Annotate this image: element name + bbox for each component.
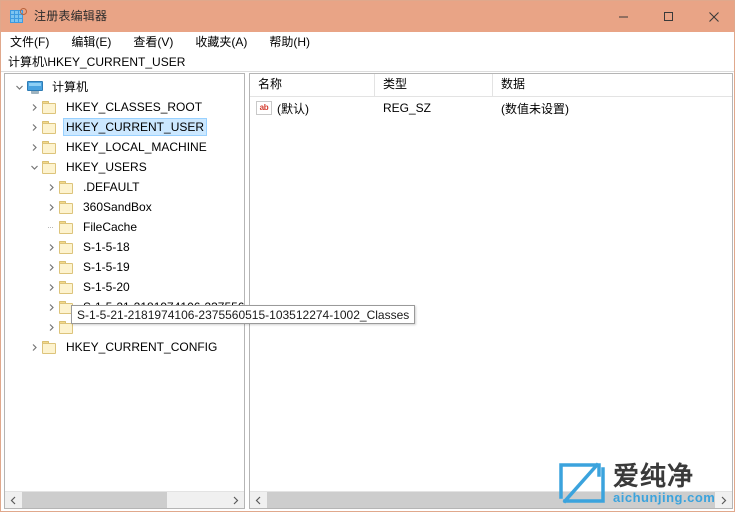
registry-editor-icon	[10, 7, 27, 25]
value-name: (默认)	[277, 101, 309, 116]
tree-scroll-thumb[interactable]	[22, 492, 167, 508]
tree-item-label: S-1-5-19	[83, 260, 130, 274]
registry-tree-pane: 计算机 HKEY_CLASSES_ROOT HKEY_CURRENT_USER …	[4, 73, 245, 509]
tree-item-label	[80, 326, 86, 328]
chevron-right-icon[interactable]	[43, 197, 59, 217]
folder-icon	[59, 280, 74, 294]
tree-horizontal-scrollbar[interactable]	[5, 491, 244, 508]
tree-scroll-track[interactable]	[22, 492, 227, 508]
tree-item-hkey-current-config[interactable]: HKEY_CURRENT_CONFIG	[5, 337, 244, 357]
tree-item-computer[interactable]: 计算机	[5, 77, 244, 97]
folder-icon	[59, 260, 74, 274]
chevron-down-icon[interactable]	[26, 157, 42, 177]
watermark-logo-icon	[557, 459, 607, 507]
scroll-left-button[interactable]	[5, 492, 22, 508]
tree-item-label: 360SandBox	[83, 200, 152, 214]
watermark-en: aichunjing.com	[613, 489, 716, 505]
menu-item-help[interactable]: 帮助(H)	[269, 32, 320, 52]
chevron-right-icon[interactable]	[26, 337, 42, 357]
tree-item-default[interactable]: .DEFAULT	[5, 177, 244, 197]
tree-item-tooltip: S-1-5-21-2181974106-2375560515-103512274…	[71, 305, 416, 324]
chevron-right-icon[interactable]	[43, 297, 59, 317]
value-list-header: 名称 类型 数据	[250, 74, 732, 97]
value-type: REG_SZ	[383, 101, 432, 115]
tree-item-hkey-current-user[interactable]: HKEY_CURRENT_USER	[5, 117, 244, 137]
folder-icon	[42, 140, 57, 154]
chevron-right-icon[interactable]	[43, 177, 59, 197]
string-value-icon: ab	[256, 101, 272, 115]
column-header-name[interactable]: 名称	[250, 74, 375, 96]
value-list-pane: 名称 类型 数据 ab (默认) REG_SZ (数值未设置)	[249, 73, 733, 509]
registry-editor-window: 注册表编辑器 文件(F) 编辑(E) 查看(V) 收藏夹(A) 帮助(H) 计算…	[0, 0, 735, 512]
computer-icon	[27, 80, 43, 94]
menu-bar: 文件(F) 编辑(E) 查看(V) 收藏夹(A) 帮助(H)	[1, 32, 734, 52]
tree-item-label: FileCache	[83, 220, 138, 234]
chevron-right-icon[interactable]	[26, 117, 42, 137]
tree-item-label: HKEY_CURRENT_USER	[63, 118, 208, 136]
folder-icon	[59, 180, 74, 194]
folder-icon	[42, 120, 57, 134]
panes-container: 计算机 HKEY_CLASSES_ROOT HKEY_CURRENT_USER …	[1, 73, 734, 511]
tree-item-label: .DEFAULT	[83, 180, 140, 194]
title-bar: 注册表编辑器	[1, 1, 734, 32]
folder-icon	[59, 240, 74, 254]
column-header-type[interactable]: 类型	[375, 74, 493, 96]
close-button[interactable]	[691, 1, 734, 32]
maximize-button[interactable]	[646, 1, 691, 32]
tree-item-hkey-classes-root[interactable]: HKEY_CLASSES_ROOT	[5, 97, 244, 117]
value-row-default[interactable]: ab (默认) REG_SZ (数值未设置)	[250, 97, 732, 119]
column-header-data[interactable]: 数据	[493, 74, 732, 96]
window-controls	[601, 1, 734, 32]
tree-item-s-1-5-19[interactable]: S-1-5-19	[5, 257, 244, 277]
chevron-right-icon[interactable]	[43, 257, 59, 277]
address-path: 计算机\HKEY_CURRENT_USER	[8, 54, 186, 69]
chevron-right-icon[interactable]	[26, 137, 42, 157]
watermark-cn: 爱纯净	[613, 460, 695, 491]
folder-icon	[42, 160, 57, 174]
tree-item-360sandbox[interactable]: 360SandBox	[5, 197, 244, 217]
menu-item-view[interactable]: 查看(V)	[133, 32, 183, 52]
tree-item-label: HKEY_USERS	[66, 160, 147, 174]
tree-item-hkey-users[interactable]: HKEY_USERS	[5, 157, 244, 177]
tree-item-filecache[interactable]: FileCache	[5, 217, 244, 237]
tree-item-label: HKEY_CURRENT_CONFIG	[66, 340, 218, 354]
folder-icon	[42, 340, 57, 354]
chevron-right-icon[interactable]	[43, 277, 59, 297]
minimize-button[interactable]	[601, 1, 646, 32]
tree-item-hkey-local-machine[interactable]: HKEY_LOCAL_MACHINE	[5, 137, 244, 157]
menu-item-file[interactable]: 文件(F)	[10, 32, 59, 52]
watermark-text: 爱纯净 aichunjing.com	[613, 462, 715, 505]
window-title: 注册表编辑器	[34, 9, 108, 23]
tree-item-s-1-5-20[interactable]: S-1-5-20	[5, 277, 244, 297]
folder-icon	[42, 100, 57, 114]
tree-item-label: HKEY_CLASSES_ROOT	[66, 100, 203, 114]
folder-icon	[59, 220, 74, 234]
chevron-right-icon[interactable]	[26, 97, 42, 117]
tree-connector-icon	[43, 217, 59, 237]
tree-scrollport: 计算机 HKEY_CLASSES_ROOT HKEY_CURRENT_USER …	[5, 74, 244, 491]
menu-item-favorites[interactable]: 收藏夹(A)	[195, 32, 257, 52]
chevron-right-icon[interactable]	[43, 237, 59, 257]
chevron-down-icon[interactable]	[11, 77, 27, 97]
scroll-right-button[interactable]	[227, 492, 244, 508]
tree-item-s-1-5-18[interactable]: S-1-5-18	[5, 237, 244, 257]
tree-item-label: S-1-5-20	[83, 280, 130, 294]
tree-item-label: HKEY_LOCAL_MACHINE	[66, 140, 207, 154]
menu-item-edit[interactable]: 编辑(E)	[71, 32, 121, 52]
tree-item-label: 计算机	[52, 80, 89, 94]
folder-icon	[59, 200, 74, 214]
value-data: (数值未设置)	[501, 101, 569, 116]
watermark: 爱纯净 aichunjing.com	[557, 457, 732, 509]
scroll-left-button[interactable]	[250, 492, 267, 508]
tree-item-label: S-1-5-18	[83, 240, 130, 254]
address-bar[interactable]: 计算机\HKEY_CURRENT_USER	[1, 52, 734, 72]
chevron-right-icon[interactable]	[43, 317, 59, 337]
